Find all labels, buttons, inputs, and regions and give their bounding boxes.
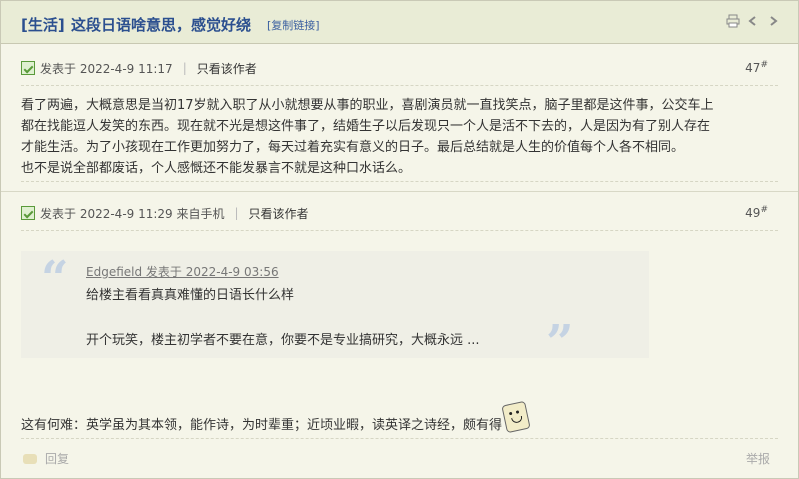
online-icon <box>21 61 35 75</box>
post-content-47: 看了两遍，大概意思是当初17岁就入职了从小就想要从事的职业，喜剧演员就一直找笑点… <box>21 95 771 179</box>
floor-sup: # <box>760 205 768 215</box>
only-author-link[interactable]: 只看该作者 <box>197 60 257 77</box>
thread-title: 这段日语啥意思，感觉好绕 <box>71 16 252 34</box>
content-line: 都在找能逗人发笑的东西。现在就不光是想这件事了，结婚生子以后发现只一个人是活不下… <box>21 119 711 134</box>
post-meta-49: 发表于 2022-4-9 11:29 来自手机 | 只看该作者 <box>21 204 309 222</box>
post-date: 发表于 2022-4-9 11:29 来自手机 <box>40 206 225 221</box>
floor-value: 47 <box>745 61 761 75</box>
quote-line: 开个玩笑，楼主初学者不要在意，你要不是专业搞研究，大概永远 ... <box>86 333 480 348</box>
prev-icon[interactable] <box>746 14 760 28</box>
quote-author-link[interactable]: Edgefield 发表于 2022-4-9 03:56 <box>86 263 279 280</box>
floor-number[interactable]: 49# <box>745 205 768 220</box>
only-author-link[interactable]: 只看该作者 <box>249 205 309 222</box>
post-frame: [生活] 这段日语啥意思，感觉好绕 [复制链接] 发表于 2022-4-9 11… <box>0 0 799 479</box>
post-divider <box>21 438 778 439</box>
meta-separator: | <box>182 61 187 75</box>
reply-label: 回复 <box>45 452 70 466</box>
thread-category-tag[interactable]: [生活] <box>21 14 65 35</box>
quote-block: “ Edgefield 发表于 2022-4-9 03:56 给楼主看看真真难懂… <box>21 251 649 371</box>
reply-icon <box>23 453 37 464</box>
content-line: 看了两遍，大概意思是当初17岁就入职了从小就想要从事的职业，喜剧演员就一直找笑点… <box>21 98 714 113</box>
reply-button[interactable]: 回复 <box>23 450 69 467</box>
next-icon[interactable] <box>766 14 780 28</box>
online-icon <box>21 206 35 220</box>
smiley-emoticon-icon <box>501 400 531 434</box>
copy-link-button[interactable]: [复制链接] <box>267 17 320 33</box>
quote-line: 给楼主看看真真难懂的日语长什么样 <box>86 288 295 303</box>
post-divider <box>21 181 778 182</box>
content-line: 也不是说全部都废话，个人感慨还不能发暴言不就是这种口水话么。 <box>21 161 412 176</box>
close-quote-icon: ” <box>546 315 574 371</box>
content-line: 这有何难：英学虽为其本领，能作诗，为时辈重；近顷业暇，读英译之诗经，颇有得 <box>21 418 503 433</box>
meta-separator: | <box>234 206 239 220</box>
report-button[interactable]: 举报 <box>746 450 770 467</box>
post-meta-47: 发表于 2022-4-9 11:17 | 只看该作者 <box>21 59 257 77</box>
post-divider <box>21 230 778 231</box>
post-date: 发表于 2022-4-9 11:17 <box>40 61 173 76</box>
title-toolbar <box>726 14 780 28</box>
floor-number[interactable]: 47# <box>745 60 768 75</box>
floor-value: 49 <box>745 206 761 220</box>
content-line: 才能生活。为了小孩现在工作更加努力了，每天过着充实有意义的日子。最后总结就是人生… <box>21 140 685 155</box>
print-icon[interactable] <box>726 14 740 28</box>
post-separator <box>1 191 798 192</box>
post-content-49: 这有何难：英学虽为其本领，能作诗，为时辈重；近顷业暇，读英译之诗经，颇有得 <box>21 400 771 436</box>
floor-sup: # <box>760 60 768 70</box>
open-quote-icon: “ <box>41 251 69 307</box>
post-divider <box>21 85 778 86</box>
thread-title-bar: [生活] 这段日语啥意思，感觉好绕 [复制链接] <box>1 1 798 44</box>
